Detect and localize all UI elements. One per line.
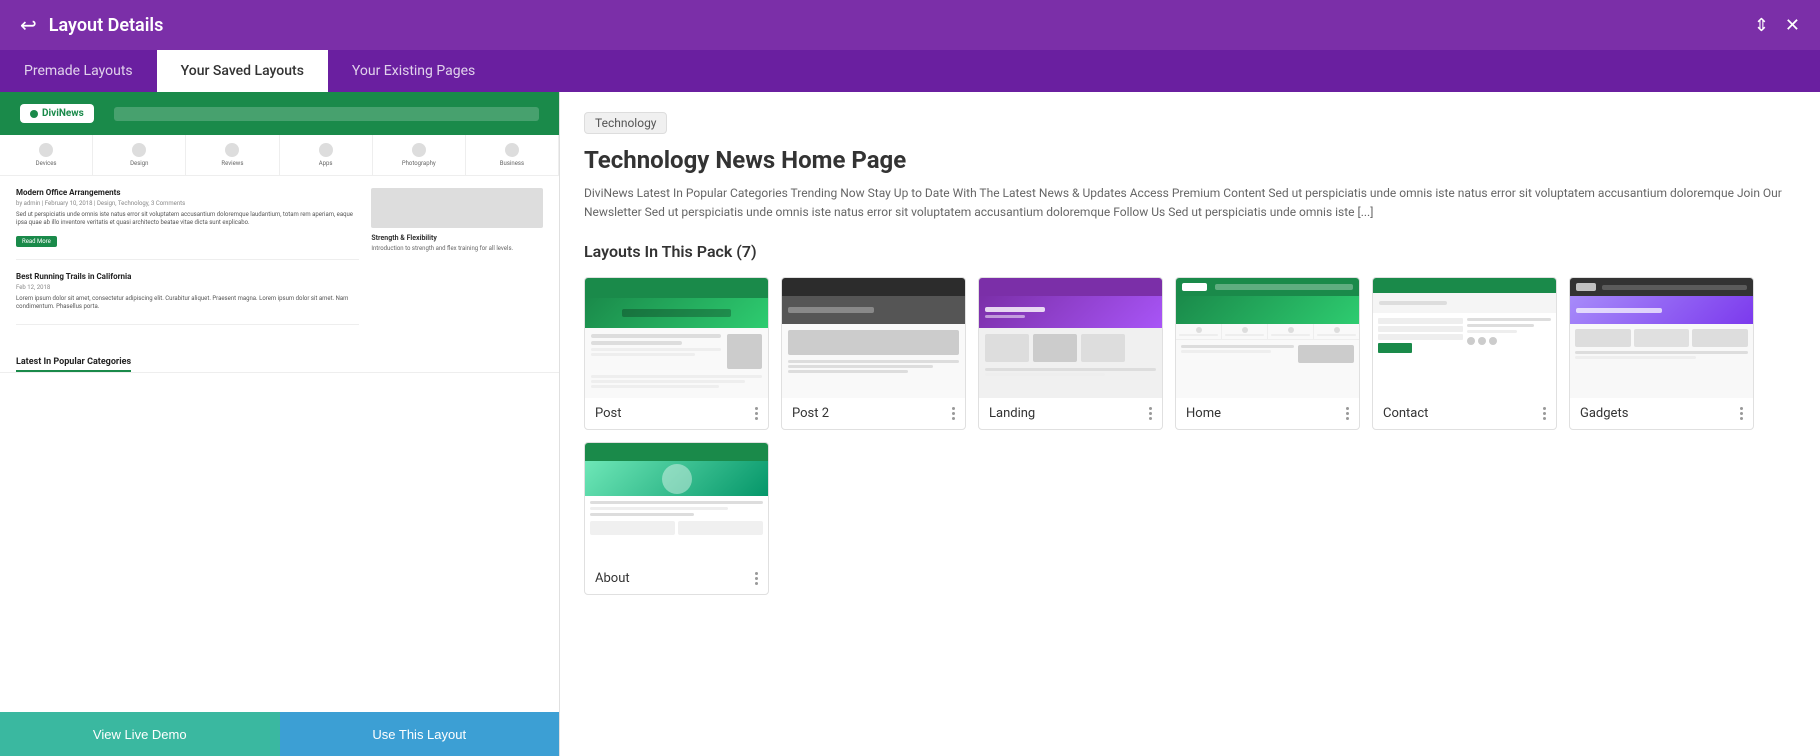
mock-articles-area: Modern Office Arrangements by admin | Fe… (0, 176, 559, 349)
thumb-card-post: Post (584, 277, 769, 430)
thumb-menu-landing[interactable] (1149, 407, 1152, 420)
mock-article-1-title: Modern Office Arrangements (16, 188, 359, 197)
mock-section-header: Latest In Popular Categories (0, 349, 559, 373)
mock-sidebar-img (371, 188, 543, 228)
mock-icon-reviews: Reviews (186, 135, 279, 175)
right-panel: Technology Technology News Home Page Div… (560, 92, 1820, 756)
thumb-img-about[interactable] (585, 443, 768, 563)
mock-side-col: Strength & Flexibility Introduction to s… (371, 188, 543, 337)
thumb-img-post[interactable] (585, 278, 768, 398)
mock-site: DiviNews Devices Design Reviews (0, 92, 559, 712)
header: ↩ Layout Details ⇕ ✕ (0, 0, 1820, 50)
mock-nav: DiviNews (0, 92, 559, 135)
mock-logo: DiviNews (20, 104, 94, 123)
preview-image: DiviNews Devices Design Reviews (0, 92, 559, 712)
thumb-img-contact[interactable] (1373, 278, 1556, 398)
thumb-label-about: About (595, 571, 630, 586)
thumb-card-landing: Landing (978, 277, 1163, 430)
thumb-menu-home[interactable] (1346, 407, 1349, 420)
mock-search-bar (114, 107, 539, 121)
preview-actions: View Live Demo Use This Layout (0, 712, 559, 756)
thumb-img-post2[interactable] (782, 278, 965, 398)
thumb-menu-post2[interactable] (952, 407, 955, 420)
thumb-img-home[interactable] (1176, 278, 1359, 398)
close-icon[interactable]: ✕ (1785, 15, 1800, 36)
tab-saved[interactable]: Your Saved Layouts (157, 50, 328, 92)
mock-icon-apps: Apps (280, 135, 373, 175)
mock-main-col: Modern Office Arrangements by admin | Fe… (16, 188, 371, 337)
thumb-menu-gadgets[interactable] (1740, 407, 1743, 420)
thumb-img-gadgets[interactable] (1570, 278, 1753, 398)
main-content: DiviNews Devices Design Reviews (0, 92, 1820, 756)
thumb-footer-post2: Post 2 (782, 398, 965, 429)
thumb-label-contact: Contact (1383, 406, 1428, 421)
thumb-menu-about[interactable] (755, 572, 758, 585)
thumb-label-post: Post (595, 406, 622, 421)
header-left: ↩ Layout Details (20, 13, 163, 37)
mock-article-1-text: Sed ut perspiciatis unde omnis iste natu… (16, 211, 359, 228)
mock-icon-photography: Photography (373, 135, 466, 175)
mock-sidebar-title: Strength & Flexibility (371, 234, 543, 242)
thumb-label-landing: Landing (989, 406, 1035, 421)
thumb-img-landing[interactable] (979, 278, 1162, 398)
mock-sidebar-text: Introduction to strength and flex traini… (371, 245, 543, 252)
left-panel: DiviNews Devices Design Reviews (0, 92, 560, 756)
thumb-menu-post[interactable] (755, 407, 758, 420)
thumbnails-grid: Post (584, 277, 1796, 595)
filter-icon[interactable]: ⇕ (1754, 15, 1769, 36)
mock-icon-devices: Devices (0, 135, 93, 175)
thumb-footer-home: Home (1176, 398, 1359, 429)
mock-icon-design: Design (93, 135, 186, 175)
mock-article-2-title: Best Running Trails in California (16, 272, 359, 281)
back-icon[interactable]: ↩ (20, 13, 37, 37)
pack-header: Layouts In This Pack (7) (584, 242, 1796, 261)
tab-premade[interactable]: Premade Layouts (0, 50, 157, 92)
tab-existing[interactable]: Your Existing Pages (328, 50, 499, 92)
thumb-footer-post: Post (585, 398, 768, 429)
thumb-card-home: Home (1175, 277, 1360, 430)
mock-article-1-meta: by admin | February 10, 2018 | Design, T… (16, 200, 359, 207)
thumb-label-gadgets: Gadgets (1580, 406, 1628, 421)
layout-description: DiviNews Latest In Popular Categories Tr… (584, 184, 1796, 222)
mock-article-2: Best Running Trails in California Feb 12… (16, 272, 359, 325)
header-right: ⇕ ✕ (1754, 15, 1800, 36)
thumb-label-post2: Post 2 (792, 406, 829, 421)
thumb-footer-about: About (585, 563, 768, 594)
category-badge: Technology (584, 112, 667, 134)
mock-article-2-meta: Feb 12, 2018 (16, 284, 359, 291)
thumb-footer-gadgets: Gadgets (1570, 398, 1753, 429)
mock-read-more-1: Read More (16, 236, 57, 247)
mock-icons-row: Devices Design Reviews Apps Photography (0, 135, 559, 176)
thumb-card-contact: Contact (1372, 277, 1557, 430)
mock-icon-business: Business (466, 135, 559, 175)
layout-title: Technology News Home Page (584, 146, 1796, 174)
thumb-card-post2: Post 2 (781, 277, 966, 430)
header-title: Layout Details (49, 15, 164, 36)
thumb-menu-contact[interactable] (1543, 407, 1546, 420)
view-demo-button[interactable]: View Live Demo (0, 712, 280, 756)
use-layout-button[interactable]: Use This Layout (280, 712, 560, 756)
thumb-card-about: About (584, 442, 769, 595)
thumb-card-gadgets: Gadgets (1569, 277, 1754, 430)
thumb-footer-contact: Contact (1373, 398, 1556, 429)
thumb-label-home: Home (1186, 406, 1221, 421)
mock-article-2-text: Lorem ipsum dolor sit amet, consectetur … (16, 295, 359, 312)
thumb-footer-landing: Landing (979, 398, 1162, 429)
tabs-bar: Premade Layouts Your Saved Layouts Your … (0, 50, 1820, 92)
mock-article-1: Modern Office Arrangements by admin | Fe… (16, 188, 359, 260)
